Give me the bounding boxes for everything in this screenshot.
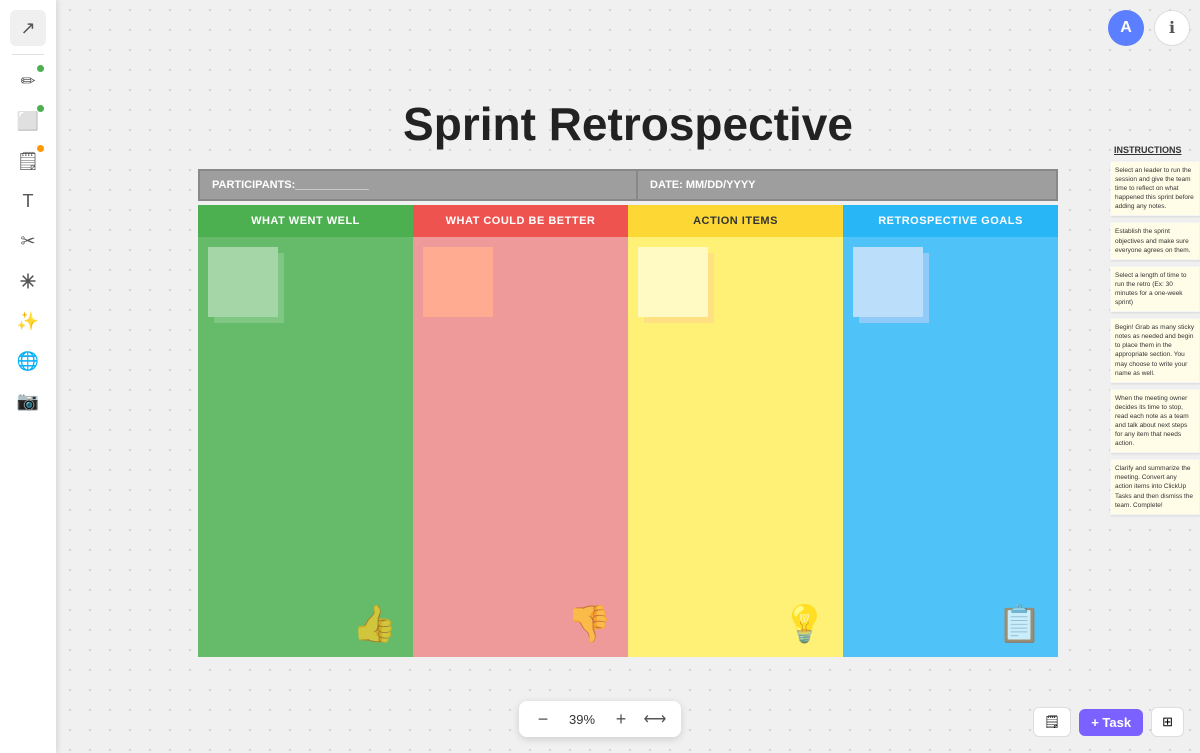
zoom-level: 39% [563,712,601,727]
media-tool[interactable]: 📷 [10,383,46,419]
pen-tool[interactable]: ✏ [10,63,46,99]
col-header-action-items: ACTION ITEMS [628,205,843,237]
col-header-retro-goals: RETROSPECTIVE GOALS [843,205,1058,237]
zoom-toolbar: − 39% + ⟷ [519,701,681,737]
instructions-panel: INSTRUCTIONS Select an leader to run the… [1110,145,1200,515]
thumbdown-icon: 👎 [567,603,612,645]
bottom-right-actions: 🗒 + Task ⊞ [1033,707,1184,737]
board-meta: PARTICIPANTS:____________ DATE: MM/DD/YY… [198,169,1058,201]
column-could-be-better: WHAT COULD BE BETTER 👎 [413,205,628,657]
grid-button[interactable]: ⊞ [1151,707,1184,737]
canvas-area: Sprint Retrospective PARTICIPANTS:______… [56,0,1200,753]
cursor-tool[interactable]: ↗ [10,10,46,46]
col-body-could-be-better[interactable]: 👎 [413,237,628,657]
bulb-icon: 💡 [782,603,827,645]
sticky-stack-yellow [638,247,718,327]
date-field[interactable]: DATE: MM/DD/YYYY [638,169,1058,201]
zoom-fit-button[interactable]: ⟷ [641,707,669,731]
col-body-went-well[interactable]: 👍 [198,237,413,657]
instructions-header: INSTRUCTIONS [1110,145,1200,155]
participants-field[interactable]: PARTICIPANTS:____________ [198,169,638,201]
col-body-retro-goals[interactable]: 📋 [843,237,1058,657]
instr-step-5: When the meeting owner decides its time … [1110,389,1200,454]
sticky-stack-green [208,247,288,327]
avatar[interactable]: A [1108,10,1144,46]
board: Sprint Retrospective PARTICIPANTS:______… [198,97,1058,657]
thumbup-icon: 👍 [352,603,397,645]
col-header-could-be-better: WHAT COULD BE BETTER [413,205,628,237]
add-task-button[interactable]: + Task [1079,709,1143,736]
clipboard-icon: 📋 [997,603,1042,645]
column-retro-goals: RETROSPECTIVE GOALS 📋 [843,205,1058,657]
sticky-stack-red [423,247,503,327]
left-toolbar: ↗ ✏ ⬜ 🗒 T ✂ ✨ 🌐 📷 [0,0,56,753]
globe-tool[interactable]: 🌐 [10,343,46,379]
pen-dot [37,65,44,72]
note-dot [37,145,44,152]
freeze-tool[interactable] [10,263,46,299]
instr-step-6: Clarify and summarize the meeting. Conve… [1110,459,1200,514]
ai-tool[interactable]: ✨ [10,303,46,339]
text-tool[interactable]: T [10,183,46,219]
board-title: Sprint Retrospective [198,97,1058,151]
info-button[interactable]: ℹ [1154,10,1190,46]
whiteboard-button[interactable]: 🗒 [1033,707,1072,737]
columns: WHAT WENT WELL 👍 WHAT COULD BE BETTER [198,205,1058,657]
zoom-in-button[interactable]: + [609,707,633,731]
sticky-stack-blue [853,247,933,327]
instr-step-1: Select an leader to run the session and … [1110,161,1200,216]
instr-step-3: Select a length of time to run the retro… [1110,266,1200,312]
column-action-items: ACTION ITEMS 💡 [628,205,843,657]
shape-dot [37,105,44,112]
toolbar-divider [12,54,44,55]
col-body-action-items[interactable]: 💡 [628,237,843,657]
col-header-went-well: WHAT WENT WELL [198,205,413,237]
instr-step-2: Establish the sprint objectives and make… [1110,222,1200,259]
column-went-well: WHAT WENT WELL 👍 [198,205,413,657]
note-tool[interactable]: 🗒 [10,143,46,179]
zoom-out-button[interactable]: − [531,707,555,731]
top-right-actions: A ℹ [1108,10,1190,46]
instr-step-4: Begin! Grab as many sticky notes as need… [1110,318,1200,383]
shape-tool[interactable]: ⬜ [10,103,46,139]
scissors-tool[interactable]: ✂ [10,223,46,259]
